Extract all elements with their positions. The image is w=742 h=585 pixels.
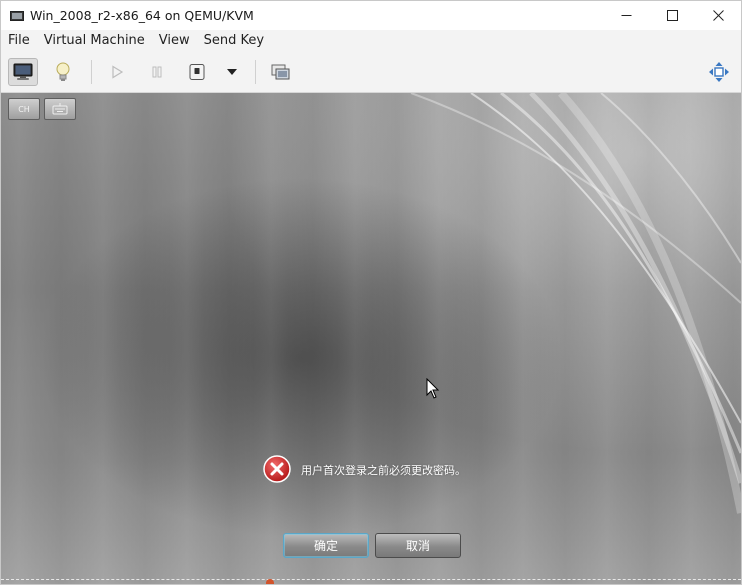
- guest-status-dot: [266, 579, 274, 584]
- shutdown-button[interactable]: [182, 58, 212, 86]
- minimize-button[interactable]: [603, 1, 649, 30]
- menu-view[interactable]: View: [152, 30, 197, 52]
- language-bar-button[interactable]: CH: [8, 98, 40, 120]
- ease-of-access-button[interactable]: [44, 98, 76, 120]
- dropdown-arrow-icon: [227, 69, 237, 75]
- keyboard-icon: [52, 103, 68, 115]
- window-title: Win_2008_r2-x86_64 on QEMU/KVM: [30, 8, 254, 23]
- cancel-button[interactable]: 取消: [375, 533, 461, 558]
- close-icon: [712, 10, 724, 21]
- maximize-icon: [666, 10, 678, 21]
- toolbar: [1, 52, 741, 93]
- fullscreen-button[interactable]: [704, 58, 734, 86]
- minimize-icon: [621, 15, 631, 16]
- maximize-button[interactable]: [649, 1, 695, 30]
- password-change-message: 用户首次登录之前必须更改密码。: [301, 464, 466, 477]
- ok-button[interactable]: 确定: [283, 533, 369, 558]
- window-controls: [603, 1, 741, 30]
- close-button[interactable]: [695, 1, 741, 30]
- vm-app-icon: [10, 10, 24, 21]
- pause-button[interactable]: [142, 58, 172, 86]
- monitor-icon: [13, 63, 33, 80]
- screenshot-button[interactable]: [266, 58, 296, 86]
- guest-bottom-edge: [1, 579, 741, 580]
- play-icon: [112, 65, 124, 79]
- wallpaper-swoosh: [410, 93, 741, 514]
- toolbar-separator: [91, 60, 92, 84]
- menu-file[interactable]: File: [1, 30, 37, 52]
- title-bar: Win_2008_r2-x86_64 on QEMU/KVM: [1, 1, 741, 30]
- shutdown-menu-button[interactable]: [217, 58, 247, 86]
- mouse-cursor-icon: [426, 378, 440, 399]
- shutdown-icon: [189, 64, 205, 80]
- menu-bar: File Virtual Machine View Send Key: [1, 30, 741, 52]
- run-button[interactable]: [102, 58, 132, 86]
- show-console-button[interactable]: [8, 58, 38, 86]
- screenshot-icon: [271, 64, 290, 80]
- error-icon: [263, 455, 291, 483]
- menu-send-key[interactable]: Send Key: [197, 30, 271, 52]
- pause-icon: [152, 66, 162, 78]
- show-details-button[interactable]: [48, 58, 78, 86]
- fullscreen-icon: [709, 62, 729, 82]
- lightbulb-icon: [56, 62, 70, 81]
- toolbar-separator: [255, 60, 256, 84]
- virt-manager-window: Win_2008_r2-x86_64 on QEMU/KVM File Virt…: [0, 0, 742, 585]
- guest-display[interactable]: CH 用户首次登录之前必须更改密码。 确定 取消: [1, 93, 741, 584]
- language-indicator: CH: [18, 104, 30, 114]
- menu-virtual-machine[interactable]: Virtual Machine: [37, 30, 152, 52]
